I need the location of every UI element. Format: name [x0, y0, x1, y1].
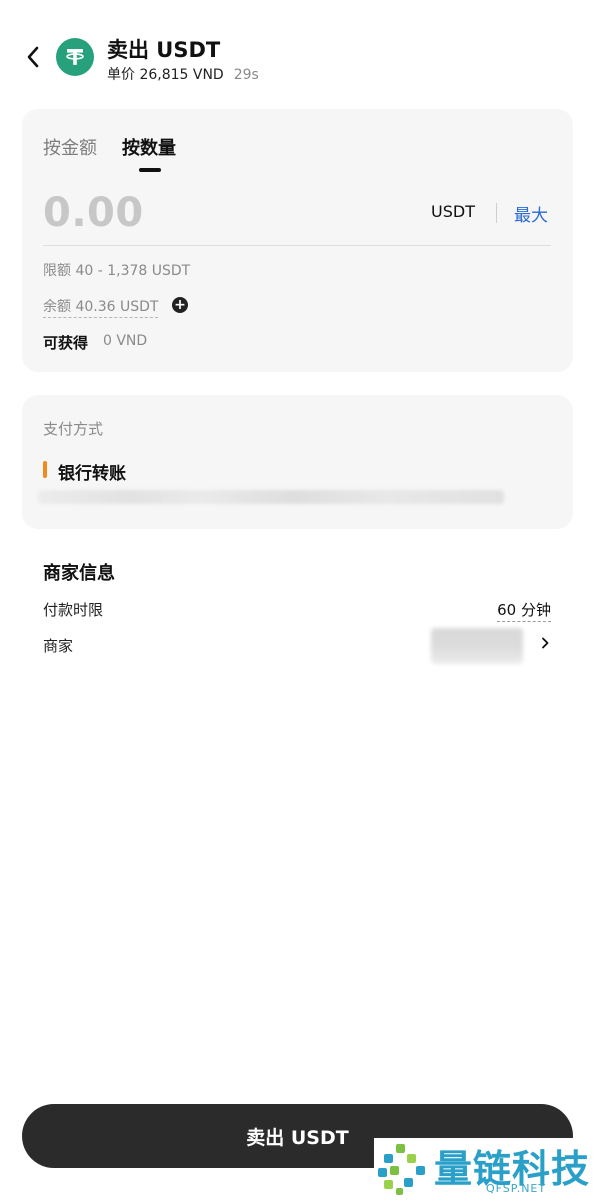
- watermark-logo-icon: [378, 1144, 425, 1195]
- tab-by-amount[interactable]: 按金额: [43, 134, 97, 160]
- blurred-merchant-name[interactable]: [431, 628, 523, 664]
- unit-price: 单价 26,815 VND 29s: [107, 64, 259, 84]
- merchant-label: 商家: [43, 637, 74, 655]
- refresh-countdown: 29s: [233, 67, 259, 83]
- payment-deadline-label: 付款时限: [43, 601, 104, 619]
- tab-by-quantity[interactable]: 按数量: [122, 134, 176, 160]
- blurred-account-details: [38, 490, 504, 504]
- input-underline: [43, 245, 551, 246]
- receive-value: 0 VND: [103, 333, 148, 349]
- sell-button-label: 卖出 USDT: [246, 1126, 349, 1149]
- payment-method-name: 银行转账: [58, 464, 126, 484]
- balance-text[interactable]: 余额 40.36 USDT: [43, 296, 159, 318]
- divider: [496, 203, 497, 223]
- payment-deadline-value: 60 分钟: [497, 599, 551, 622]
- receive-label: 可获得: [43, 334, 89, 352]
- merchant-info-title: 商家信息: [43, 563, 115, 584]
- currency-unit: USDT: [431, 202, 475, 221]
- max-button[interactable]: 最大: [514, 201, 548, 226]
- amount-input[interactable]: 0.00: [43, 190, 144, 236]
- page-header: 卖出 USDT 单价 26,815 VND 29s: [0, 0, 595, 100]
- watermark: 量链科技 QFSP.NET: [374, 1138, 595, 1200]
- page-title: 卖出 USDT: [107, 38, 221, 62]
- payment-method-marker: [43, 461, 47, 478]
- active-tab-indicator: [139, 168, 161, 172]
- add-funds-icon[interactable]: +: [172, 297, 188, 313]
- chevron-left-icon: [27, 46, 39, 68]
- payment-method-title: 支付方式: [43, 420, 104, 438]
- watermark-url: QFSP.NET: [486, 1182, 547, 1195]
- tether-icon: [56, 38, 94, 76]
- back-button[interactable]: [18, 40, 48, 74]
- unit-price-text: 单价 26,815 VND: [107, 67, 224, 83]
- chevron-right-icon[interactable]: [538, 634, 552, 652]
- limit-text: 限额 40 - 1,378 USDT: [43, 263, 191, 279]
